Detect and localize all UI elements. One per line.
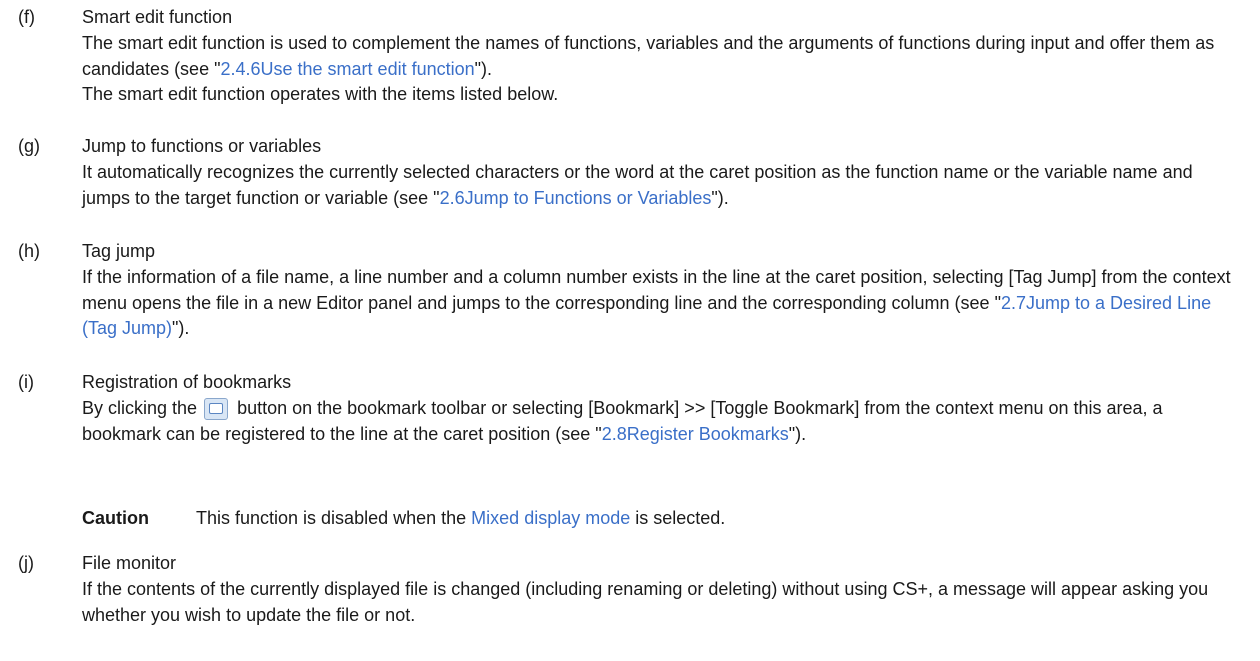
item-body: If the information of a file name, a lin…: [82, 265, 1242, 342]
link-mixed-display-mode[interactable]: Mixed display mode: [471, 508, 630, 528]
item-label: (i): [18, 372, 34, 392]
item-label: (j): [18, 553, 34, 573]
link-jump-functions[interactable]: 2.6Jump to Functions or Variables: [440, 188, 712, 208]
item-title: Tag jump: [82, 241, 156, 261]
text: ").: [474, 58, 493, 79]
text: ").: [172, 318, 190, 338]
item-label: (f): [18, 7, 35, 27]
paragraph: The smart edit function operates with th…: [82, 84, 559, 104]
item-body: By clicking the button on the bookmark t…: [82, 396, 1242, 447]
item-title: Smart edit function: [82, 7, 233, 27]
link-smart-edit[interactable]: 2.4.6Use the smart edit function: [220, 59, 474, 79]
paragraph: If the information of a file name, a lin…: [82, 265, 1242, 342]
text: is selected.: [630, 508, 726, 528]
text: By clicking the: [82, 398, 203, 418]
bookmark-toggle-icon: [204, 398, 229, 420]
caution-note: Caution This function is disabled when th…: [82, 507, 1242, 529]
caution-label: Caution: [82, 508, 149, 528]
item-label: (g): [18, 136, 40, 156]
paragraph: It automatically recognizes the currentl…: [82, 160, 1242, 211]
item-title: Jump to functions or variables: [82, 136, 322, 156]
text: ").: [788, 423, 807, 444]
paragraph: By clicking the button on the bookmark t…: [82, 396, 1242, 447]
item-body: It automatically recognizes the currentl…: [82, 160, 1242, 211]
text: ").: [711, 187, 729, 208]
link-register-bookmarks[interactable]: 2.8Register Bookmarks: [602, 424, 789, 444]
item-label: (h): [18, 241, 40, 261]
paragraph: If the contents of the currently display…: [82, 579, 1209, 625]
item-body: If the contents of the currently display…: [82, 577, 1242, 628]
paragraph: The smart edit function is used to compl…: [82, 31, 1242, 82]
item-body: The smart edit function is used to compl…: [82, 31, 1242, 108]
text: This function is disabled when the: [196, 508, 472, 528]
item-title: Registration of bookmarks: [82, 372, 292, 392]
item-title: File monitor: [82, 553, 177, 573]
